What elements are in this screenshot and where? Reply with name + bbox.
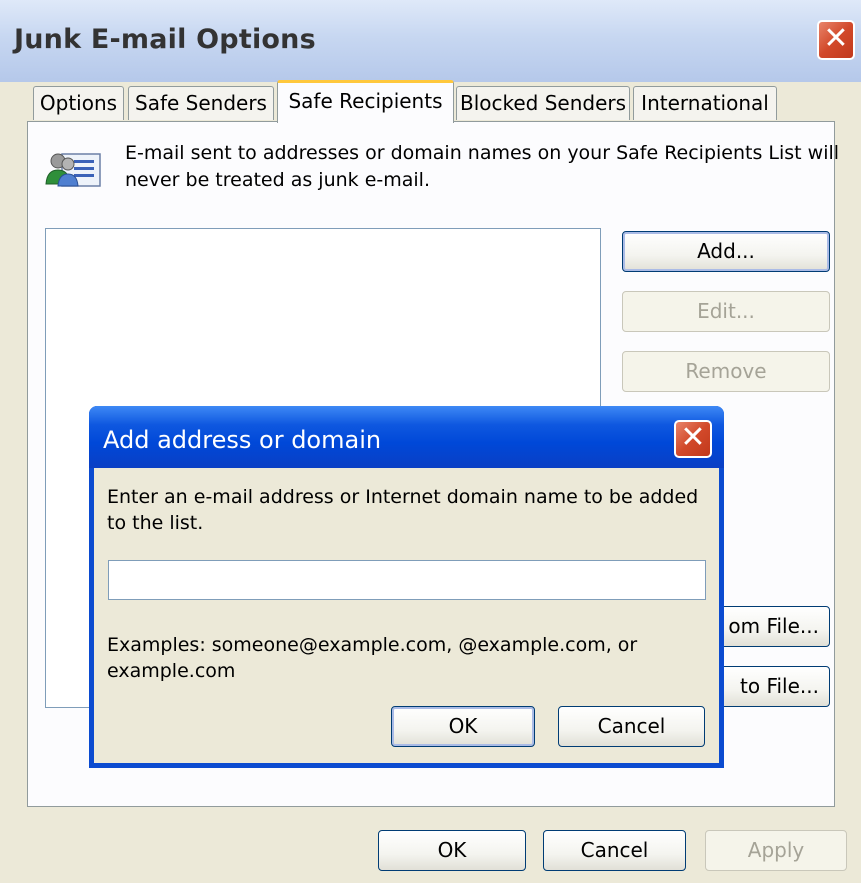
tab-international[interactable]: International bbox=[633, 86, 777, 120]
window-title: Junk E-mail Options bbox=[14, 24, 316, 55]
dialog-title: Add address or domain bbox=[103, 426, 382, 454]
address-input[interactable] bbox=[108, 560, 706, 600]
close-icon[interactable]: ✕ bbox=[817, 20, 855, 60]
tab-safe-recipients[interactable]: Safe Recipients bbox=[277, 80, 454, 123]
dialog-body: Enter an e-mail address or Internet doma… bbox=[94, 468, 719, 763]
dialog-prompt: Enter an e-mail address or Internet doma… bbox=[107, 486, 699, 534]
apply-button[interactable]: Apply bbox=[705, 830, 847, 871]
dialog-titlebar[interactable]: Add address or domain ✕ bbox=[89, 406, 724, 468]
people-list-icon bbox=[45, 153, 101, 187]
remove-button[interactable]: Remove bbox=[622, 351, 830, 392]
dialog-ok-button[interactable]: OK bbox=[391, 706, 535, 747]
tab-options[interactable]: Options bbox=[33, 86, 124, 120]
dialog-cancel-button[interactable]: Cancel bbox=[558, 706, 705, 747]
ok-button[interactable]: OK bbox=[378, 830, 526, 871]
safe-recipients-description: E-mail sent to addresses or domain names… bbox=[125, 142, 840, 191]
tab-safe-senders[interactable]: Safe Senders bbox=[128, 86, 274, 120]
dialog-close-icon[interactable]: ✕ bbox=[674, 420, 712, 458]
add-button[interactable]: Add... bbox=[622, 231, 830, 272]
add-address-dialog: Add address or domain ✕ Enter an e-mail … bbox=[89, 406, 724, 768]
tab-blocked-senders[interactable]: Blocked Senders bbox=[456, 86, 630, 120]
cancel-button[interactable]: Cancel bbox=[543, 830, 686, 871]
edit-button[interactable]: Edit... bbox=[622, 291, 830, 332]
dialog-examples: Examples: someone@example.com, @example.… bbox=[107, 634, 638, 682]
window-titlebar[interactable]: Junk E-mail Options ✕ bbox=[0, 0, 861, 82]
